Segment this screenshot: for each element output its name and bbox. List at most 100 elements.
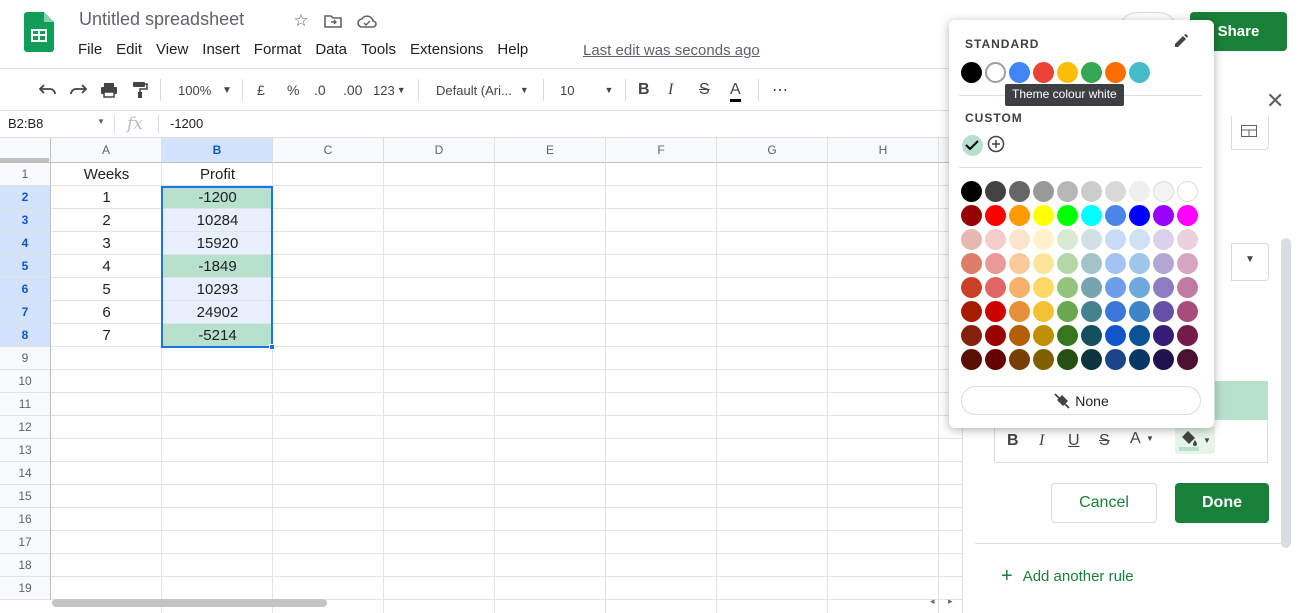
menu-data[interactable]: Data — [315, 41, 347, 58]
palette-color-swatch[interactable] — [961, 205, 982, 226]
palette-color-swatch[interactable] — [1129, 277, 1150, 298]
cell-a6[interactable]: 5 — [51, 278, 162, 300]
cell-b4[interactable]: 15920 — [162, 232, 273, 254]
column-header-d[interactable]: D — [384, 138, 495, 163]
format-text-color-button[interactable]: A — [1130, 430, 1141, 448]
panel-scrollbar[interactable] — [1281, 238, 1291, 548]
add-custom-color-icon[interactable] — [987, 135, 1005, 158]
fill-handle[interactable] — [269, 344, 275, 350]
palette-color-swatch[interactable] — [1033, 277, 1054, 298]
menu-help[interactable]: Help — [497, 41, 528, 58]
palette-color-swatch[interactable] — [985, 301, 1006, 322]
palette-color-swatch[interactable] — [985, 253, 1006, 274]
format-italic-button[interactable]: I — [1039, 432, 1044, 450]
palette-color-swatch[interactable] — [1057, 181, 1078, 202]
cell-b8[interactable]: -5214 — [162, 324, 273, 346]
cell-b5[interactable]: -1849 — [162, 255, 273, 277]
formula-input[interactable]: -1200 — [170, 116, 203, 131]
more-formats-button[interactable]: 123 ▼ — [373, 80, 406, 100]
palette-color-swatch[interactable] — [1129, 349, 1150, 370]
palette-color-swatch[interactable] — [1009, 253, 1030, 274]
no-color-button[interactable]: None — [961, 386, 1201, 415]
italic-button[interactable]: I — [668, 80, 673, 100]
paint-format-icon[interactable] — [132, 80, 148, 100]
palette-color-swatch[interactable] — [1057, 301, 1078, 322]
palette-color-swatch[interactable] — [1081, 229, 1102, 250]
more-options-icon[interactable]: ⋯ — [772, 80, 788, 100]
palette-color-swatch[interactable] — [1009, 181, 1030, 202]
cell-a3[interactable]: 2 — [51, 209, 162, 231]
palette-color-swatch[interactable] — [1129, 205, 1150, 226]
palette-color-swatch[interactable] — [1105, 325, 1126, 346]
cancel-button[interactable]: Cancel — [1051, 483, 1157, 523]
bold-button[interactable]: B — [638, 80, 650, 100]
column-header-e[interactable]: E — [495, 138, 606, 163]
palette-color-swatch[interactable] — [1009, 229, 1030, 250]
format-bold-button[interactable]: B — [1007, 432, 1019, 450]
palette-color-swatch[interactable] — [1177, 325, 1198, 346]
palette-color-swatch[interactable] — [961, 301, 982, 322]
palette-color-swatch[interactable] — [1105, 277, 1126, 298]
palette-color-swatch[interactable] — [1105, 181, 1126, 202]
row-header-10[interactable]: 10 — [0, 370, 51, 393]
palette-color-swatch[interactable] — [961, 253, 982, 274]
palette-color-swatch[interactable] — [1009, 349, 1030, 370]
fill-color-button[interactable]: ▼ — [1175, 426, 1215, 454]
row-header-8[interactable]: 8 — [0, 324, 51, 347]
palette-color-swatch[interactable] — [1081, 277, 1102, 298]
scroll-right-icon[interactable]: ▸ — [948, 596, 953, 607]
cell-a2[interactable]: 1 — [51, 186, 162, 208]
palette-color-swatch[interactable] — [1081, 325, 1102, 346]
standard-color-swatch[interactable] — [1033, 62, 1054, 83]
cell-a7[interactable]: 6 — [51, 301, 162, 323]
palette-color-swatch[interactable] — [1105, 349, 1126, 370]
scroll-left-icon[interactable]: ◂ — [930, 596, 935, 607]
format-underline-button[interactable]: U — [1068, 432, 1080, 450]
spreadsheet-grid[interactable]: A B C D E F G H 1 2 3 4 5 6 7 8 9 10 11 12 13 14 15 16 1… — [0, 138, 1050, 613]
cell-a8[interactable]: 7 — [51, 324, 162, 346]
palette-color-swatch[interactable] — [1129, 181, 1150, 202]
palette-color-swatch[interactable] — [1153, 205, 1174, 226]
name-box[interactable]: B2:B8 — [8, 116, 43, 131]
condition-dropdown[interactable]: ▼ — [1231, 243, 1269, 281]
palette-color-swatch[interactable] — [961, 349, 982, 370]
palette-color-swatch[interactable] — [1105, 229, 1126, 250]
column-header-a[interactable]: A — [51, 138, 162, 163]
palette-color-swatch[interactable] — [985, 349, 1006, 370]
row-header-4[interactable]: 4 — [0, 232, 51, 255]
palette-color-swatch[interactable] — [1129, 253, 1150, 274]
palette-color-swatch[interactable] — [1081, 301, 1102, 322]
palette-color-swatch[interactable] — [1177, 301, 1198, 322]
zoom-dropdown-icon[interactable]: ▼ — [222, 80, 232, 100]
move-folder-icon[interactable] — [322, 10, 344, 32]
palette-color-swatch[interactable] — [961, 277, 982, 298]
palette-color-swatch[interactable] — [1105, 205, 1126, 226]
column-header-h[interactable]: H — [828, 138, 939, 163]
custom-color-swatch[interactable] — [962, 135, 983, 156]
palette-color-swatch[interactable] — [1153, 349, 1174, 370]
row-header-2[interactable]: 2 — [0, 186, 51, 209]
cell-b7[interactable]: 24902 — [162, 301, 273, 323]
close-icon[interactable]: ✕ — [1266, 88, 1284, 114]
palette-color-swatch[interactable] — [1033, 181, 1054, 202]
palette-color-swatch[interactable] — [985, 325, 1006, 346]
standard-color-swatch[interactable] — [961, 62, 982, 83]
row-header-19[interactable]: 19 — [0, 577, 51, 600]
cell-a1[interactable]: Weeks — [51, 163, 162, 185]
palette-color-swatch[interactable] — [1009, 205, 1030, 226]
palette-color-swatch[interactable] — [1153, 229, 1174, 250]
horizontal-scrollbar[interactable] — [52, 599, 327, 607]
row-header-6[interactable]: 6 — [0, 278, 51, 301]
column-header-f[interactable]: F — [606, 138, 717, 163]
standard-color-swatch[interactable] — [1105, 62, 1126, 83]
standard-color-swatch[interactable] — [1129, 62, 1150, 83]
document-title[interactable]: Untitled spreadsheet — [79, 9, 244, 30]
font-size-select[interactable]: 10 ▼ — [560, 80, 613, 100]
palette-color-swatch[interactable] — [1033, 229, 1054, 250]
palette-color-swatch[interactable] — [1177, 205, 1198, 226]
row-header-16[interactable]: 16 — [0, 508, 51, 531]
palette-color-swatch[interactable] — [1105, 253, 1126, 274]
palette-color-swatch[interactable] — [1153, 253, 1174, 274]
palette-color-swatch[interactable] — [1177, 349, 1198, 370]
standard-color-swatch[interactable] — [985, 62, 1006, 83]
